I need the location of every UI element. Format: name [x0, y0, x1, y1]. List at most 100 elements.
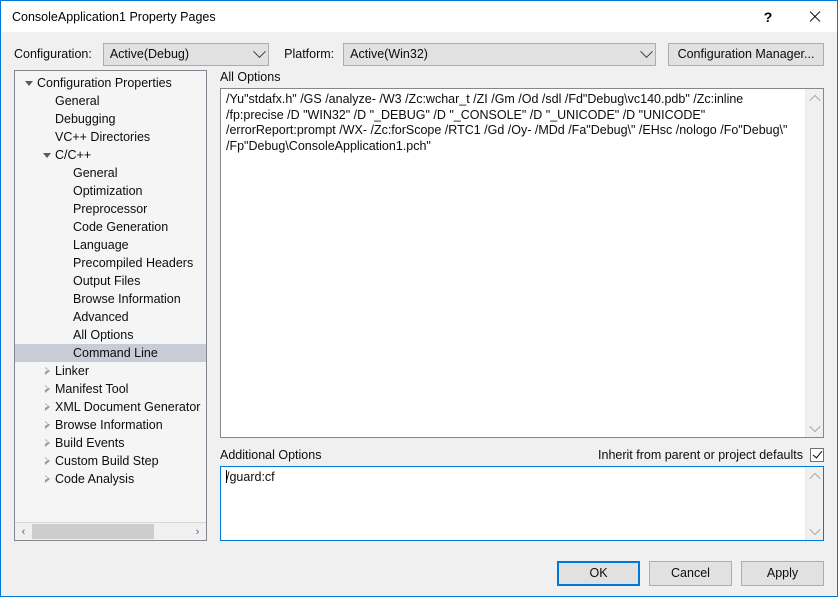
scroll-down-icon[interactable] [806, 523, 823, 538]
additional-options-header: Additional Options Inherit from parent o… [220, 447, 824, 463]
tree-horizontal-scrollbar[interactable]: ‹ › [15, 522, 206, 540]
tree-item-c-c[interactable]: C/C++ [15, 146, 206, 164]
tree-item-label: Manifest Tool [55, 382, 128, 396]
tree-item-all-options[interactable]: All Options [15, 326, 206, 344]
tree-item-precompiled-headers[interactable]: Precompiled Headers [15, 254, 206, 272]
inherit-defaults-checkbox[interactable] [810, 448, 824, 462]
tree-item-label: Configuration Properties [37, 76, 172, 90]
close-icon [808, 11, 820, 23]
tree-item-label: Code Generation [73, 220, 168, 234]
chevron-right-icon[interactable] [39, 403, 55, 412]
tree-item-label: Custom Build Step [55, 454, 159, 468]
tree-item-configuration-properties[interactable]: Configuration Properties [15, 74, 206, 92]
chevron-right-icon[interactable] [39, 367, 55, 376]
tree-item-code-generation[interactable]: Code Generation [15, 218, 206, 236]
scroll-thumb[interactable] [32, 524, 154, 539]
tree-item-language[interactable]: Language [15, 236, 206, 254]
tree-item-label: Code Analysis [55, 472, 134, 486]
properties-tree-panel: Configuration Properties General Debugging… [14, 70, 207, 541]
chevron-down-icon[interactable] [39, 152, 55, 158]
tree-item-label: Browse Information [73, 292, 181, 306]
platform-label: Platform: [284, 47, 334, 61]
apply-button[interactable]: Apply [741, 561, 824, 586]
configuration-manager-button[interactable]: Configuration Manager... [668, 43, 824, 66]
chevron-right-icon[interactable] [39, 439, 55, 448]
scroll-right-icon[interactable]: › [189, 523, 206, 540]
additional-options-vertical-scrollbar[interactable] [805, 467, 823, 540]
chevron-down-icon [250, 50, 268, 59]
tree-item-label: Linker [55, 364, 89, 378]
tree-item-code-analysis[interactable]: Code Analysis [15, 470, 206, 488]
tree-item-label: Language [73, 238, 129, 252]
question-mark-icon: ? [764, 9, 773, 25]
help-button[interactable]: ? [745, 1, 791, 32]
scroll-left-icon[interactable]: ‹ [15, 523, 32, 540]
configuration-bar: Configuration: Active(Debug) Platform: A… [1, 38, 837, 70]
tree-item-label: Precompiled Headers [73, 256, 193, 270]
tree-item-browse-information[interactable]: Browse Information [15, 290, 206, 308]
tree-item-label: General [73, 166, 117, 180]
chevron-down-icon [637, 50, 655, 59]
tree-item-debugging[interactable]: Debugging [15, 110, 206, 128]
dialog-body: Configuration Properties General Debugging… [1, 70, 837, 550]
tree-item-xml-document-generator[interactable]: XML Document Generator [15, 398, 206, 416]
chevron-down-icon[interactable] [21, 80, 37, 86]
tree-item-label: Debugging [55, 112, 115, 126]
tree-item-general[interactable]: General [15, 164, 206, 182]
tree-item-label: XML Document Generator [55, 400, 200, 414]
tree-item-general[interactable]: General [15, 92, 206, 110]
tree-item-label: General [55, 94, 99, 108]
tree-item-command-line[interactable]: Command Line [15, 344, 206, 362]
ok-button[interactable]: OK [557, 561, 640, 586]
platform-dropdown[interactable]: Active(Win32) [343, 43, 656, 66]
scroll-track[interactable] [32, 523, 189, 540]
configuration-value: Active(Debug) [110, 47, 250, 61]
platform-value: Active(Win32) [350, 47, 637, 61]
tree-item-label: Output Files [73, 274, 140, 288]
tree-item-custom-build-step[interactable]: Custom Build Step [15, 452, 206, 470]
close-button[interactable] [791, 1, 837, 32]
scroll-down-icon[interactable] [806, 420, 823, 435]
tree-item-build-events[interactable]: Build Events [15, 434, 206, 452]
options-panel: All Options /Yu"stdafx.h" /GS /analyze- … [220, 70, 824, 541]
tree-item-vc-directories[interactable]: VC++ Directories [15, 128, 206, 146]
tree-item-label: Preprocessor [73, 202, 147, 216]
all-options-text: /Yu"stdafx.h" /GS /analyze- /W3 /Zc:wcha… [221, 89, 805, 437]
window-title: ConsoleApplication1 Property Pages [12, 10, 216, 24]
cancel-button[interactable]: Cancel [649, 561, 732, 586]
tree-item-label: Advanced [73, 310, 129, 324]
property-pages-dialog: ConsoleApplication1 Property Pages ? Con… [0, 0, 838, 597]
configuration-dropdown[interactable]: Active(Debug) [103, 43, 269, 66]
chevron-right-icon[interactable] [39, 475, 55, 484]
tree-item-label: VC++ Directories [55, 130, 150, 144]
title-bar-buttons: ? [745, 1, 837, 32]
tree-item-label: Build Events [55, 436, 124, 450]
chevron-right-icon[interactable] [39, 457, 55, 466]
tree-item-output-files[interactable]: Output Files [15, 272, 206, 290]
tree-item-label: All Options [73, 328, 133, 342]
tree-item-preprocessor[interactable]: Preprocessor [15, 200, 206, 218]
configuration-label: Configuration: [14, 47, 92, 61]
additional-options-value: /guard:cf [226, 470, 275, 484]
inherit-defaults-label: Inherit from parent or project defaults [598, 448, 803, 462]
properties-tree[interactable]: Configuration Properties General Debugging… [15, 71, 206, 522]
tree-item-linker[interactable]: Linker [15, 362, 206, 380]
scroll-up-icon[interactable] [806, 469, 823, 484]
tree-item-optimization[interactable]: Optimization [15, 182, 206, 200]
title-bar: ConsoleApplication1 Property Pages ? [1, 1, 837, 32]
tree-item-advanced[interactable]: Advanced [15, 308, 206, 326]
scroll-up-icon[interactable] [806, 91, 823, 106]
all-options-vertical-scrollbar[interactable] [805, 89, 823, 437]
additional-options-text: /guard:cf [221, 467, 805, 540]
all-options-label: All Options [220, 70, 824, 85]
tree-item-label: Browse Information [55, 418, 163, 432]
chevron-right-icon[interactable] [39, 421, 55, 430]
all-options-textbox[interactable]: /Yu"stdafx.h" /GS /analyze- /W3 /Zc:wcha… [220, 88, 824, 438]
tree-item-label: Optimization [73, 184, 142, 198]
tree-item-browse-information[interactable]: Browse Information [15, 416, 206, 434]
inherit-defaults-control[interactable]: Inherit from parent or project defaults [598, 448, 824, 462]
tree-item-label: C/C++ [55, 148, 91, 162]
tree-item-manifest-tool[interactable]: Manifest Tool [15, 380, 206, 398]
additional-options-textbox[interactable]: /guard:cf [220, 466, 824, 541]
chevron-right-icon[interactable] [39, 385, 55, 394]
